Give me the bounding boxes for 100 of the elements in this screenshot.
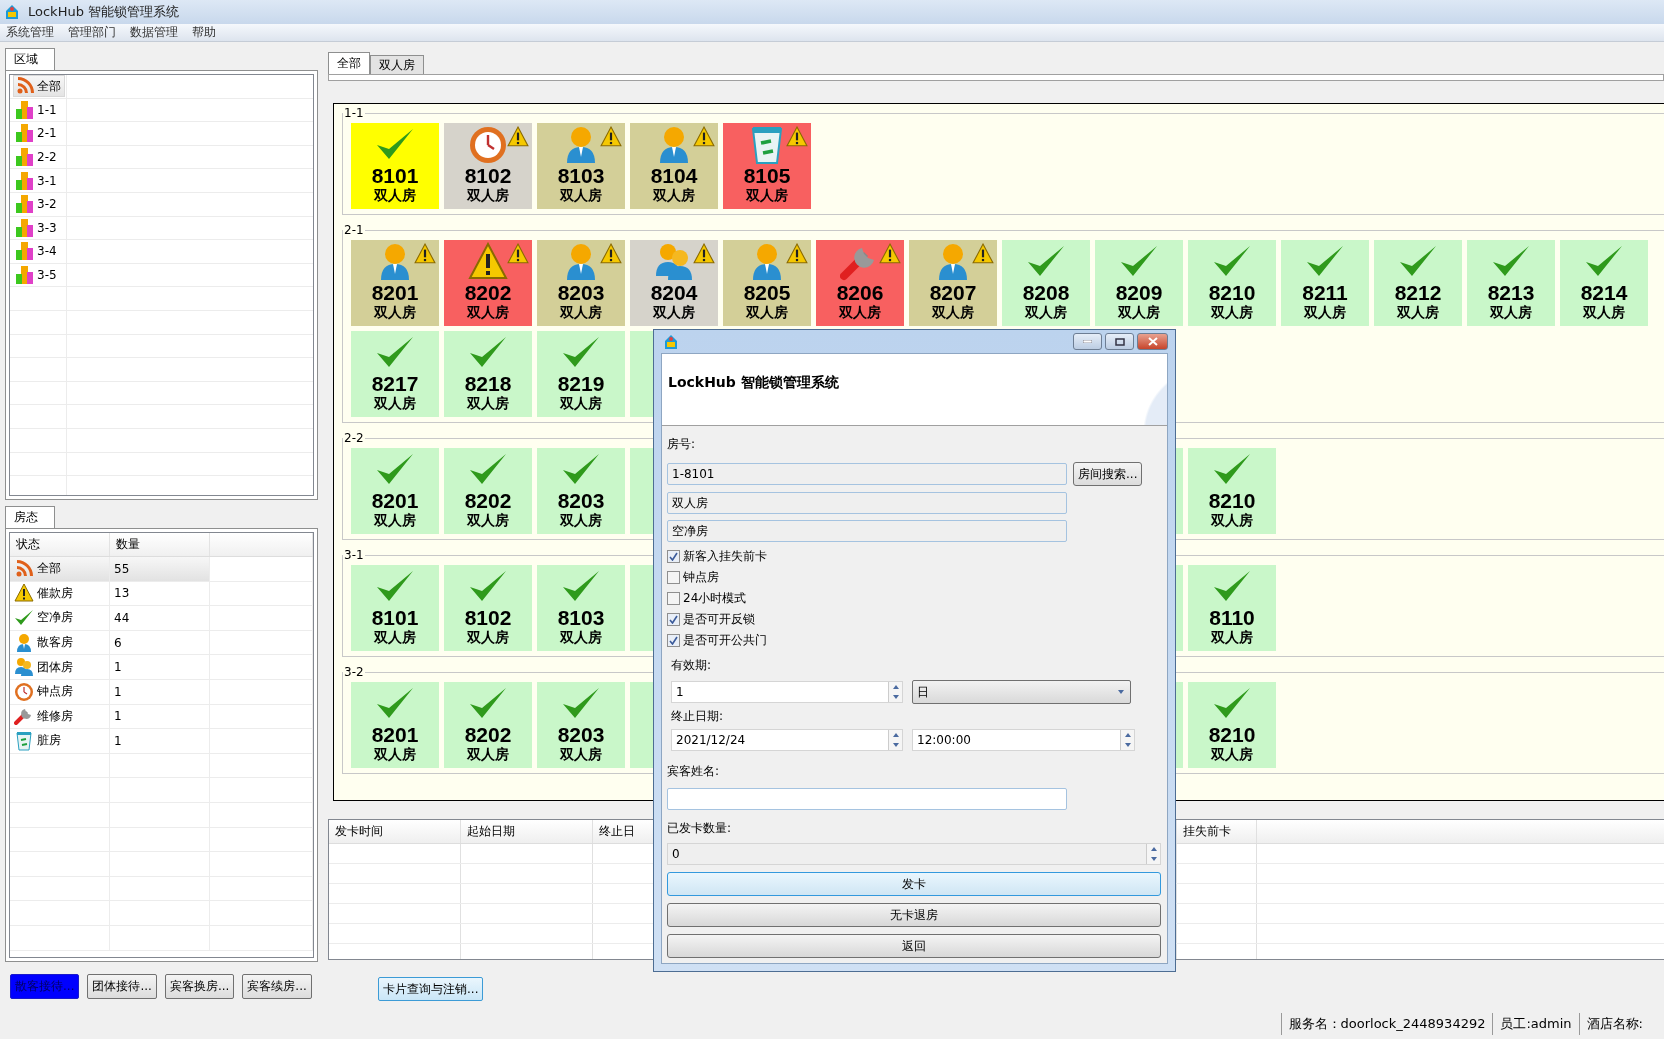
room-tile[interactable]: 8203 双人房 (537, 448, 625, 534)
menu-item[interactable]: 管理部门 (68, 24, 116, 41)
room-tile[interactable]: 8210 双人房 (1188, 240, 1276, 326)
area-item[interactable]: 3-4 (13, 240, 61, 263)
room-number-field[interactable]: 1-8101 (667, 463, 1067, 485)
room-tile[interactable]: 8105 双人房 (723, 123, 811, 209)
room-tile[interactable]: 8217 双人房 (351, 331, 439, 417)
minimize-button[interactable] (1073, 333, 1102, 350)
room-tile[interactable]: 8101 双人房 (351, 565, 439, 651)
area-item[interactable]: 2-2 (13, 146, 61, 169)
area-item[interactable]: 全部 (13, 75, 65, 98)
status-cell[interactable]: 团体房 (10, 655, 110, 679)
dialog-button[interactable]: 无卡退房 (667, 903, 1161, 927)
unit-dropdown[interactable]: 日 (912, 680, 1131, 704)
room-tile[interactable]: 8219 双人房 (537, 331, 625, 417)
area-item[interactable]: 3-2 (13, 193, 61, 216)
room-tile[interactable]: 8203 双人房 (537, 682, 625, 768)
issued-count-spinner[interactable]: 0 (667, 843, 1161, 865)
room-tile[interactable]: 8211 双人房 (1281, 240, 1369, 326)
group-label: 2-2 (343, 431, 365, 445)
room-tab[interactable]: 全部 (328, 52, 370, 74)
action-button[interactable]: 团体接待... (87, 974, 157, 999)
status-cell[interactable]: 脏房 (10, 729, 110, 753)
area-item[interactable]: 1-1 (13, 98, 61, 121)
room-tile[interactable]: 8104 双人房 (630, 123, 718, 209)
maximize-button[interactable] (1105, 333, 1134, 350)
status-cell[interactable]: 维修房 (10, 704, 110, 729)
column-header[interactable]: 状态 (10, 533, 110, 556)
status-cell[interactable]: 全部 (10, 557, 110, 581)
room-tile[interactable]: 8103 双人房 (537, 123, 625, 209)
checkbox[interactable] (667, 550, 680, 563)
room-tile[interactable]: 8102 双人房 (444, 123, 532, 209)
group-label: 3-2 (343, 665, 365, 679)
room-tile[interactable]: 8207 双人房 (909, 240, 997, 326)
area-item[interactable]: 3-1 (13, 169, 61, 192)
checkbox[interactable] (667, 592, 680, 605)
room-tile[interactable]: 8209 双人房 (1095, 240, 1183, 326)
room-tile[interactable]: 8208 双人房 (1002, 240, 1090, 326)
column-header[interactable]: 起始日期 (461, 820, 593, 843)
validity-spinner[interactable]: 1 (671, 681, 903, 703)
room-tile[interactable]: 8204 双人房 (630, 240, 718, 326)
room-tile[interactable]: 8218 双人房 (444, 331, 532, 417)
room-tile[interactable]: 8102 双人房 (444, 565, 532, 651)
room-type: 双人房 (374, 395, 416, 411)
status-cell[interactable]: 催款房 (10, 581, 110, 606)
status-cell[interactable]: 散客房 (10, 630, 110, 655)
checkbox[interactable] (667, 634, 680, 647)
end-time-field[interactable]: 12:00:00 (912, 729, 1135, 751)
area-item[interactable]: 2-1 (13, 122, 61, 145)
status-cell[interactable]: 钟点房 (10, 679, 110, 704)
room-tile[interactable]: 8103 双人房 (537, 565, 625, 651)
dialog-button[interactable]: 发卡 (667, 872, 1161, 896)
area-item[interactable]: 3-3 (13, 216, 61, 239)
column-header[interactable]: 发卡时间 (329, 820, 461, 843)
room-status-field[interactable]: 空净房 (667, 520, 1067, 542)
close-button[interactable] (1137, 333, 1168, 350)
status-cell[interactable]: 空净房 (10, 606, 110, 630)
area-label: 3-1 (37, 173, 57, 188)
room-search-button[interactable]: 房间搜索... (1073, 462, 1143, 486)
room-tile[interactable]: 8110 双人房 (1188, 565, 1276, 651)
room-tile[interactable]: 8202 双人房 (444, 240, 532, 326)
room-tile[interactable]: 8202 双人房 (444, 448, 532, 534)
column-header[interactable]: 挂失前卡 (1177, 820, 1257, 843)
menu-item[interactable]: 系统管理 (6, 24, 54, 41)
end-date-field[interactable]: 2021/12/24 (671, 729, 903, 751)
room-type-field[interactable]: 双人房 (667, 492, 1067, 514)
room-tile[interactable]: 8205 双人房 (723, 240, 811, 326)
room-tile[interactable]: 8213 双人房 (1467, 240, 1555, 326)
room-tile[interactable]: 8201 双人房 (351, 682, 439, 768)
room-tile[interactable]: 8203 双人房 (537, 240, 625, 326)
room-tab[interactable]: 双人房 (370, 55, 424, 74)
area-item[interactable]: 3-5 (13, 264, 61, 287)
action-button[interactable]: 宾客续房... (242, 974, 312, 999)
dialog-button[interactable]: 返回 (667, 934, 1161, 958)
room-tile[interactable]: 8212 双人房 (1374, 240, 1462, 326)
guest-name-field[interactable] (667, 788, 1067, 810)
room-tile[interactable]: 8206 双人房 (816, 240, 904, 326)
area-label: 1-1 (37, 102, 57, 117)
action-button[interactable]: 宾客换房... (164, 974, 235, 999)
room-type: 双人房 (560, 746, 602, 762)
room-tile[interactable]: 8214 双人房 (1560, 240, 1648, 326)
panel-tab[interactable]: 房态 (5, 506, 55, 528)
card-query-button[interactable]: 卡片查询与注销... (378, 977, 484, 1001)
room-tile[interactable]: 8202 双人房 (444, 682, 532, 768)
checkbox[interactable] (667, 571, 680, 584)
room-number: 8203 (557, 490, 605, 512)
room-tile[interactable]: 8201 双人房 (351, 240, 439, 326)
panel-tab[interactable]: 区域 (5, 48, 55, 70)
clock-icon (14, 681, 34, 702)
column-header[interactable]: 数量 (110, 533, 210, 556)
room-tile[interactable]: 8101 双人房 (351, 123, 439, 209)
field-label: 有效期: (671, 657, 713, 674)
menu-item[interactable]: 帮助 (192, 24, 216, 41)
field-label: 宾客姓名: (667, 763, 721, 780)
room-tile[interactable]: 8210 双人房 (1188, 682, 1276, 768)
menu-item[interactable]: 数据管理 (130, 24, 178, 41)
checkbox[interactable] (667, 613, 680, 626)
room-tile[interactable]: 8201 双人房 (351, 448, 439, 534)
app-logo-icon (663, 333, 679, 350)
room-tile[interactable]: 8210 双人房 (1188, 448, 1276, 534)
